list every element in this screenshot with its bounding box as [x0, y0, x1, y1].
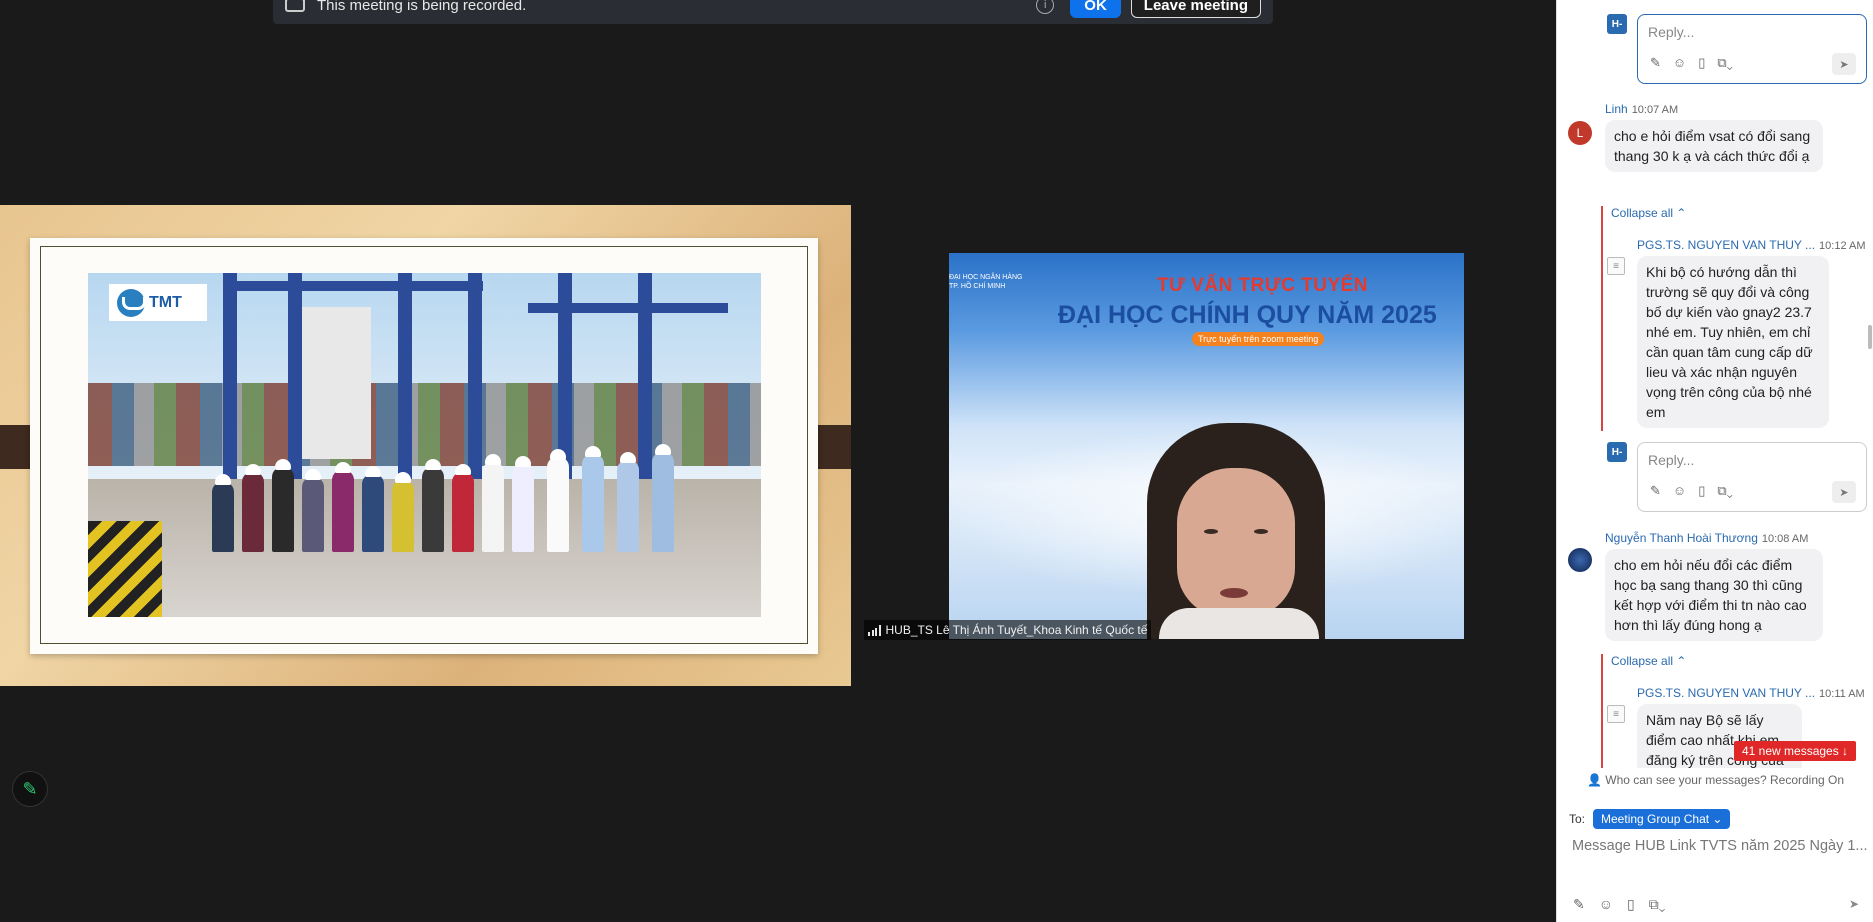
to-label: To:	[1569, 812, 1586, 826]
reply-avatar: H-	[1607, 442, 1627, 462]
new-messages-badge[interactable]: 41 new messages ↓	[1734, 741, 1857, 761]
reply-avatar: H-	[1607, 14, 1627, 34]
recording-banner: This meeting is being recorded. i OK Lea…	[273, 0, 1273, 24]
sender-avatar	[1568, 548, 1592, 572]
composer-toolbar: ✎ ☺ ▯ ⧉⌄	[1573, 896, 1665, 913]
reply-input[interactable]: Reply... ✎ ☺ ▯ ⧉⌄ ➤	[1637, 14, 1867, 84]
message-text: Khi bộ có hướng dẫn thì trường sẽ quy đổ…	[1637, 256, 1829, 428]
headline-online-consult: TƯ VẤN TRỰC TUYẾN	[1157, 275, 1369, 296]
chat-message: Linh 10:07 AM cho e hỏi điểm vsat có đổi …	[1605, 102, 1823, 172]
send-icon[interactable]: ➤	[1843, 894, 1865, 914]
headline-program: ĐẠI HỌC CHÍNH QUY NĂM 2025	[1058, 301, 1437, 329]
people-group	[202, 443, 693, 583]
reply-sender-avatar: ≡	[1607, 257, 1625, 275]
chat-message: Nguyễn Thanh Hoài Thương 10:08 AM cho em …	[1605, 531, 1845, 641]
shared-screen-slide: TMT	[0, 205, 851, 686]
recording-text: This meeting is being recorded.	[317, 0, 527, 14]
chat-panel: H- Reply... ✎ ☺ ▯ ⧉⌄ ➤ L Linh 10:07 AM ch…	[1556, 0, 1873, 922]
collapse-all-link[interactable]: Collapse all ⌃	[1611, 654, 1686, 668]
thread-line	[1601, 206, 1603, 431]
tmt-logo: TMT	[109, 284, 207, 321]
ok-button[interactable]: OK	[1070, 0, 1121, 18]
reply-row-2: H- Reply... ✎ ☺ ▯ ⧉⌄ ➤	[1607, 442, 1867, 512]
recipient-dropdown[interactable]: Meeting Group Chat ⌄	[1593, 809, 1731, 829]
university-label: ĐẠI HỌC NGÂN HÀNG TP. HỒ CHÍ MINH	[949, 274, 1023, 290]
signal-bars-icon	[868, 624, 881, 636]
message-text: cho em hỏi nếu đổi các điểm học bạ sang …	[1605, 549, 1823, 641]
emoji-icon[interactable]: ☺	[1673, 483, 1686, 499]
slide-card: TMT	[30, 238, 818, 654]
meeting-stage: This meeting is being recorded. i OK Lea…	[0, 0, 1556, 922]
recording-icon	[285, 0, 305, 12]
sender-avatar: L	[1568, 121, 1592, 145]
group-photo: TMT	[88, 273, 761, 617]
send-icon[interactable]: ➤	[1832, 481, 1856, 503]
file-icon[interactable]: ▯	[1627, 896, 1635, 913]
file-icon[interactable]: ▯	[1698, 483, 1705, 499]
format-icon[interactable]: ✎	[1650, 55, 1661, 71]
participant-video[interactable]: ĐẠI HỌC NGÂN HÀNG TP. HỒ CHÍ MINH TƯ VẤN…	[949, 253, 1464, 639]
recipient-row: To: Meeting Group Chat ⌄	[1569, 809, 1731, 829]
reply-row-1: H- Reply... ✎ ☺ ▯ ⧉⌄ ➤	[1607, 14, 1867, 84]
format-icon[interactable]: ✎	[1573, 896, 1585, 913]
thread-line	[1601, 654, 1603, 768]
reply-sender-avatar: ≡	[1607, 705, 1625, 723]
collapse-all-link[interactable]: Collapse all ⌃	[1611, 206, 1686, 220]
participant-name-tag: HUB_TS Lê Thị Ánh Tuyết_Khoa Kinh tế Quố…	[864, 620, 1152, 640]
message-text: cho e hỏi điểm vsat có đổi sang thang 30…	[1605, 120, 1823, 172]
info-icon[interactable]: i	[1036, 0, 1055, 14]
chat-scrollbar[interactable]	[1868, 325, 1872, 349]
message-input[interactable]: Message HUB Link TVTS năm 2025 Ngày 1...	[1572, 838, 1867, 854]
screenshot-icon[interactable]: ⧉⌄	[1649, 896, 1666, 913]
thread-reply: PGS.TS. NGUYEN VAN THUY ... 10:12 AM Khi …	[1637, 238, 1867, 428]
screenshot-icon[interactable]: ⧉⌄	[1717, 55, 1732, 71]
participant-name: HUB_TS Lê Thị Ánh Tuyết_Khoa Kinh tế Quố…	[885, 623, 1148, 637]
reply-input[interactable]: Reply... ✎ ☺ ▯ ⧉⌄ ➤	[1637, 442, 1867, 512]
file-icon[interactable]: ▯	[1698, 55, 1705, 71]
who-can-see-link[interactable]: 👤 Who can see your messages? Recording O…	[1557, 773, 1873, 787]
annotate-pencil-icon[interactable]: ✎	[12, 771, 48, 807]
emoji-icon[interactable]: ☺	[1673, 55, 1686, 71]
zoom-pill: Trực tuyến trên zoom meeting	[1192, 332, 1325, 346]
emoji-icon[interactable]: ☺	[1599, 896, 1613, 913]
leave-meeting-button[interactable]: Leave meeting	[1130, 0, 1261, 18]
send-icon[interactable]: ➤	[1832, 53, 1856, 75]
format-icon[interactable]: ✎	[1650, 483, 1661, 499]
chat-scroll-area[interactable]: H- Reply... ✎ ☺ ▯ ⧉⌄ ➤ L Linh 10:07 AM ch…	[1557, 0, 1873, 768]
screenshot-icon[interactable]: ⧉⌄	[1717, 483, 1732, 499]
privacy-icon: 👤	[1586, 773, 1602, 787]
